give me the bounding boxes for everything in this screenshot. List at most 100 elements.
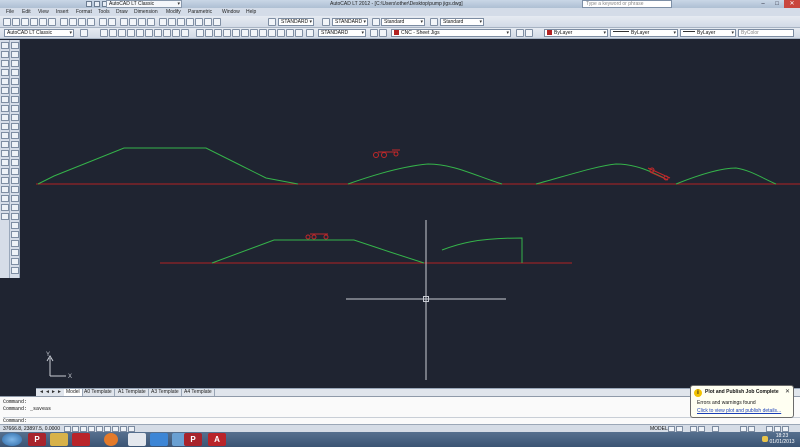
dimension-style-select[interactable]: STANDARD ▾ <box>332 18 368 26</box>
workspace-settings-icon[interactable] <box>80 29 88 37</box>
menu-help[interactable]: Help <box>246 8 256 16</box>
open-icon[interactable] <box>12 18 20 26</box>
undo-icon[interactable] <box>99 18 107 26</box>
region-icon[interactable] <box>1 186 9 193</box>
multileader-style-select[interactable]: Standard ▾ <box>440 18 484 26</box>
taskbar-autocad-2-icon[interactable]: P <box>184 433 202 446</box>
taskbar-acrobat-2-icon[interactable]: A <box>208 433 226 446</box>
pump-block-3[interactable] <box>305 233 329 240</box>
table-style-select[interactable]: Standard ▾ <box>381 18 425 26</box>
maximize-button[interactable]: □ <box>770 0 784 8</box>
workspace-select[interactable]: AutoCAD LT Classic ▾ <box>4 29 74 37</box>
quadrant-snap-icon[interactable] <box>145 29 153 37</box>
taskbar-firefox-icon[interactable] <box>104 433 118 446</box>
rotate-icon[interactable] <box>11 96 19 103</box>
nearest-snap-icon[interactable] <box>181 29 189 37</box>
insert-block-icon[interactable] <box>1 141 9 148</box>
add-selected-icon[interactable] <box>1 213 9 220</box>
workspace-select[interactable]: AutoCAD LT Classic ▾ <box>106 0 182 8</box>
layer-select[interactable]: CNC - Sheet Jigs ▾ <box>391 29 511 37</box>
jig-profile-1[interactable] <box>37 147 299 185</box>
break-at-point-icon[interactable] <box>11 141 19 148</box>
construction-line-icon[interactable] <box>1 51 9 58</box>
make-current-icon[interactable] <box>516 29 524 37</box>
offset-icon[interactable] <box>11 69 19 76</box>
dim-update-icon[interactable] <box>295 29 303 37</box>
quick-select-icon[interactable] <box>11 267 19 274</box>
layer-properties-icon[interactable] <box>370 29 378 37</box>
jig-profile-6[interactable] <box>441 237 523 263</box>
close-button[interactable]: ✕ <box>784 0 800 8</box>
taskbar-clock[interactable]: 18:23 01/01/2013 <box>766 433 798 445</box>
linetype-select[interactable]: ByLayer ▾ <box>610 29 678 37</box>
center-snap-icon[interactable] <box>136 29 144 37</box>
properties-palette-icon[interactable] <box>11 249 19 256</box>
linear-dimension-icon[interactable] <box>196 29 204 37</box>
layer-state-icon[interactable] <box>379 29 387 37</box>
polygon-icon[interactable] <box>1 69 9 76</box>
join-icon[interactable] <box>11 159 19 166</box>
aligned-dimension-icon[interactable] <box>205 29 213 37</box>
plot-publish-notification[interactable]: i Plot and Publish Job Complete ✕ Errors… <box>690 385 794 418</box>
qnew-icon[interactable] <box>3 18 11 26</box>
multiline-text-icon[interactable] <box>1 204 9 211</box>
make-block-icon[interactable] <box>1 150 9 157</box>
prev-tab-arrow-icon[interactable]: ◄ <box>45 389 50 396</box>
menu-file[interactable]: File <box>6 8 14 16</box>
distance-icon[interactable] <box>11 231 19 238</box>
line-icon[interactable] <box>1 42 9 49</box>
menu-edit[interactable]: Edit <box>22 8 31 16</box>
pump-block-1[interactable] <box>373 149 401 158</box>
minimize-button[interactable]: – <box>756 0 770 8</box>
gradient-icon[interactable] <box>1 177 9 184</box>
menu-insert[interactable]: Insert <box>56 8 69 16</box>
copy-object-icon[interactable] <box>11 51 19 58</box>
parallel-snap-icon[interactable] <box>172 29 180 37</box>
jig-profile-3[interactable] <box>535 163 665 185</box>
model-space[interactable]: Y X <box>36 40 800 388</box>
center-mark-icon[interactable] <box>277 29 285 37</box>
search-input[interactable]: Type a keyword or phrase <box>582 0 672 8</box>
scale-icon[interactable] <box>11 105 19 112</box>
text-style-select[interactable]: STANDARD ▾ <box>278 18 314 26</box>
close-icon[interactable]: ✕ <box>785 388 790 395</box>
plotstyle-select[interactable]: ByColor <box>738 29 794 37</box>
menu-modify[interactable]: Modify <box>166 8 181 16</box>
endpoint-snap-icon[interactable] <box>109 29 117 37</box>
taskbar-acrobat-icon[interactable] <box>72 433 90 446</box>
menu-dimension[interactable]: Dimension <box>134 8 158 16</box>
rectangle-icon[interactable] <box>1 78 9 85</box>
continue-dimension-icon[interactable] <box>259 29 267 37</box>
hatch-icon[interactable] <box>1 168 9 175</box>
dimension-style-select[interactable]: STANDARD ▾ <box>318 29 366 37</box>
zoom-realtime-icon[interactable] <box>129 18 137 26</box>
move-icon[interactable] <box>11 87 19 94</box>
markup-icon[interactable] <box>195 18 203 26</box>
pan-icon[interactable] <box>120 18 128 26</box>
paste-icon[interactable] <box>78 18 86 26</box>
open-icon[interactable] <box>94 1 100 7</box>
redo-icon[interactable] <box>108 18 116 26</box>
explode-icon[interactable] <box>11 186 19 193</box>
taskbar-dropbox-icon[interactable] <box>150 433 168 446</box>
save-icon[interactable] <box>21 18 29 26</box>
measure-icon[interactable] <box>11 204 19 211</box>
jig-profile-5[interactable] <box>211 239 425 264</box>
new-icon[interactable] <box>86 1 92 7</box>
pump-block-2[interactable] <box>647 167 671 181</box>
radius-dimension-icon[interactable] <box>223 29 231 37</box>
layer-previous-icon[interactable] <box>525 29 533 37</box>
break-icon[interactable] <box>11 150 19 157</box>
arc-length-icon[interactable] <box>214 29 222 37</box>
dim-edit-icon[interactable] <box>286 29 294 37</box>
list-icon[interactable] <box>11 213 19 220</box>
stretch-icon[interactable] <box>11 114 19 121</box>
zoom-window-icon[interactable] <box>138 18 146 26</box>
snap-from-icon[interactable] <box>100 29 108 37</box>
array-icon[interactable] <box>11 78 19 85</box>
angular-dimension-icon[interactable] <box>241 29 249 37</box>
table-icon[interactable] <box>1 195 9 202</box>
circle-icon[interactable] <box>1 96 9 103</box>
erase-icon[interactable] <box>11 42 19 49</box>
area-icon[interactable] <box>11 222 19 229</box>
